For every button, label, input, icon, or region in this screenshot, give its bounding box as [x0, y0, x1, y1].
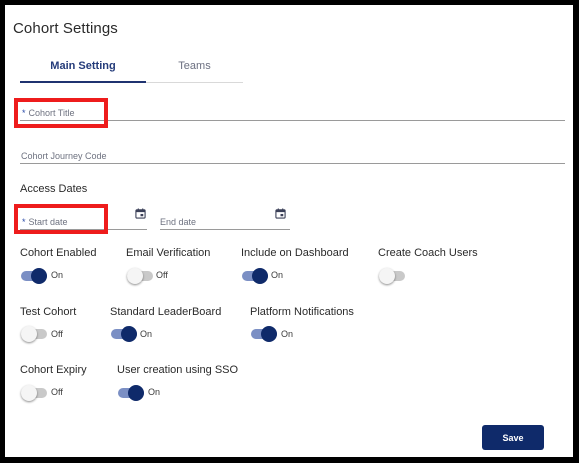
toggle-thumb	[127, 268, 143, 284]
tab-bar: Main Setting Teams	[20, 55, 243, 83]
cohort-enabled-toggle[interactable]	[21, 268, 47, 284]
toggle-thumb	[31, 268, 47, 284]
platform-notifications-toggle[interactable]	[251, 326, 277, 342]
email-verification-label: Email Verification	[126, 247, 211, 259]
cohort-expiry-toggle[interactable]	[21, 385, 47, 401]
journey-code-underline	[20, 163, 565, 164]
start-date-highlight	[14, 204, 108, 234]
toggle-thumb	[261, 326, 277, 342]
tab-main-setting[interactable]: Main Setting	[20, 55, 146, 83]
cohort-title-highlight	[14, 98, 108, 128]
toggle-thumb	[252, 268, 268, 284]
sso-user-creation-toggle[interactable]	[118, 385, 144, 401]
cohort-expiry-label: Cohort Expiry	[20, 364, 87, 376]
cohort-enabled-label: Cohort Enabled	[20, 247, 97, 259]
cohort-settings-panel: Cohort Settings Main Setting Teams * Coho…	[5, 5, 573, 457]
tab-teams[interactable]: Teams	[146, 55, 243, 81]
cohort-expiry-state: Off	[51, 387, 63, 397]
toggle-thumb	[128, 385, 144, 401]
calendar-icon[interactable]	[275, 208, 286, 219]
toggle-thumb	[121, 326, 137, 342]
create-coach-toggle[interactable]	[379, 268, 405, 284]
test-cohort-label: Test Cohort	[20, 306, 77, 318]
access-dates-title: Access Dates	[20, 183, 88, 195]
journey-code-label: Cohort Journey Code	[21, 151, 107, 161]
toggle-thumb	[21, 385, 37, 401]
include-dashboard-label: Include on Dashboard	[241, 247, 349, 259]
include-dashboard-toggle[interactable]	[242, 268, 268, 284]
test-cohort-toggle[interactable]	[21, 326, 47, 342]
standard-leaderboard-label: Standard LeaderBoard	[110, 306, 222, 318]
include-dashboard-state: On	[271, 270, 284, 280]
toggle-thumb	[379, 268, 395, 284]
create-coach-label: Create Coach Users	[378, 247, 478, 259]
platform-notifications-label: Platform Notifications	[250, 306, 354, 318]
journey-code-field[interactable]: Cohort Journey Code	[20, 145, 565, 165]
standard-leaderboard-toggle[interactable]	[111, 326, 137, 342]
end-date-label: End date	[160, 217, 197, 227]
standard-leaderboard-state: On	[140, 329, 153, 339]
email-verification-toggle[interactable]	[127, 268, 153, 284]
email-verification-state: Off	[156, 270, 168, 280]
calendar-icon[interactable]	[135, 208, 146, 219]
save-button[interactable]: Save	[482, 425, 544, 450]
cohort-enabled-state: On	[51, 270, 64, 280]
test-cohort-state: Off	[51, 329, 63, 339]
toggle-thumb	[21, 326, 37, 342]
end-date-field[interactable]: End date	[160, 206, 290, 232]
end-date-underline	[160, 229, 290, 230]
page-title: Cohort Settings	[13, 20, 118, 37]
platform-notifications-state: On	[281, 329, 294, 339]
sso-user-creation-label: User creation using SSO	[117, 364, 239, 376]
sso-user-creation-state: On	[148, 387, 161, 397]
